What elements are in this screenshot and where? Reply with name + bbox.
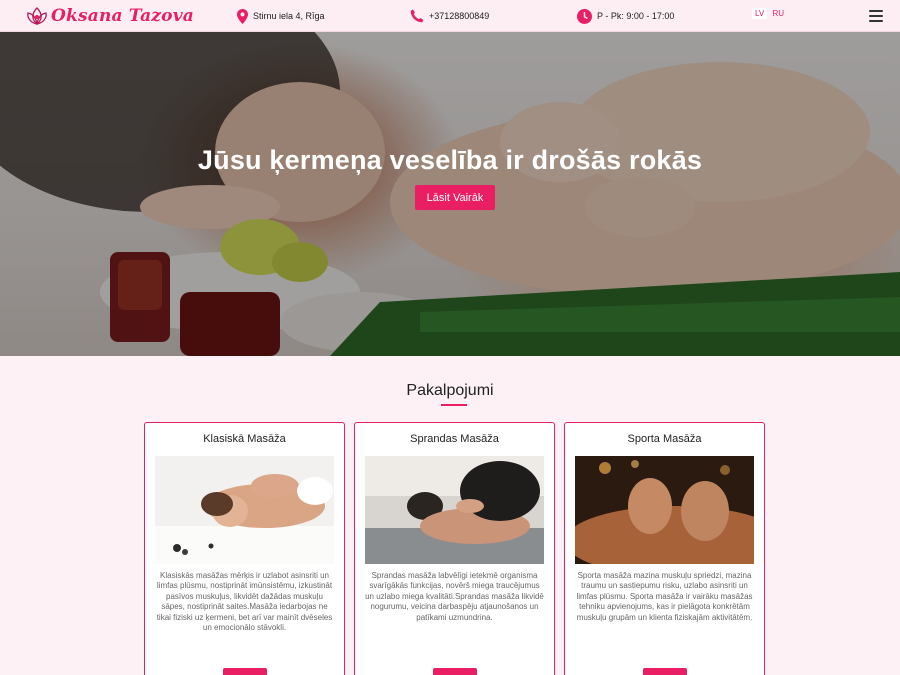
hamburger-menu-icon[interactable] [869,10,883,22]
service-image-classic [155,456,334,564]
address-info[interactable]: Stirnu iela 4, Rīga [237,6,325,26]
service-card-classic[interactable]: Klasiskā Masāža Klasiskās masāžas mērķis… [144,422,345,675]
lotus-logo-icon [27,7,47,25]
phone-text: +37128800849 [429,11,490,21]
hero-banner: Jūsu ķermeņa veselība ir drošās rokās Lā… [0,32,900,356]
phone-info[interactable]: +37128800849 [410,6,489,26]
lang-switch: LV RU [752,8,784,19]
hours-info: P - Pk: 9:00 - 17:00 [577,6,674,26]
service-card-text: Klasiskās masāžas mērķis ir uzlabot asin… [156,571,333,633]
service-card-title: Sprandas Masāža [410,433,499,445]
service-card-button[interactable] [433,668,477,675]
clock-icon [577,8,592,24]
map-pin-icon [237,8,248,24]
hero-title: Jūsu ķermeņa veselība ir drošās rokās [197,145,703,175]
logo[interactable]: Oksana Tazova [26,4,194,28]
service-card-sport[interactable]: Sporta Masāža Sporta masāža mazina musku… [564,422,765,675]
site-header: Oksana Tazova Stirnu iela 4, Rīga +37128… [0,0,900,32]
lang-ru-link[interactable]: RU [772,9,784,18]
service-card-button[interactable] [223,668,267,675]
phone-icon [410,9,424,23]
address-text: Stirnu iela 4, Rīga [253,11,325,21]
read-more-button[interactable]: Lāsit Vairāk [415,185,495,210]
logo-text: Oksana Tazova [51,6,194,26]
services-title: Pakalpojumi [406,382,494,399]
service-card-text: Sporta masāža mazina muskuļu spriedzi, m… [576,571,753,622]
service-image-sport [575,456,754,564]
title-underline [441,404,467,406]
service-image-neck [365,456,544,564]
lang-lv-link[interactable]: LV [752,8,768,19]
hours-text: P - Pk: 9:00 - 17:00 [597,11,675,21]
service-card-title: Klasiskā Masāža [203,433,286,445]
service-card-title: Sporta Masāža [627,433,702,445]
service-card-text: Sprandas masāža labvēlīgi ietekmē organi… [365,571,544,622]
service-card-button[interactable] [643,668,687,675]
service-card-neck[interactable]: Sprandas Masāža Sprandas masāža labvēlīg… [354,422,555,675]
